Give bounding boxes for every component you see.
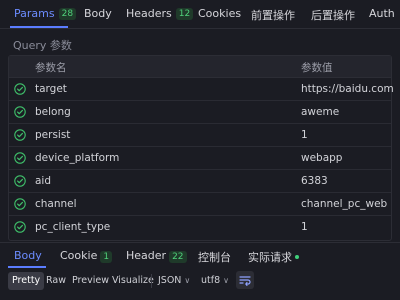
param-value[interactable]: 1 (301, 129, 308, 141)
tab-label: Cookie (60, 249, 98, 262)
param-name[interactable]: persist (35, 129, 70, 141)
cookie-count-badge: 1 (100, 251, 113, 263)
enabled-checkbox[interactable] (14, 198, 26, 210)
tab-label: Cookies (198, 7, 242, 20)
enabled-checkbox[interactable] (14, 175, 26, 187)
table-row[interactable]: device_platform webapp (9, 147, 391, 170)
tab-pre-operations[interactable]: 前置操作 (251, 7, 295, 23)
header-count-badge: 22 (169, 251, 187, 263)
param-value[interactable]: aweme (301, 106, 339, 118)
enabled-checkbox[interactable] (14, 83, 26, 95)
request-tabs: Params 28 Body Headers 12 Cookies 前置操作 后置操… (0, 0, 400, 29)
param-value[interactable]: webapp (301, 152, 342, 164)
tab-label: Header (126, 249, 167, 262)
format-value: JSON (158, 275, 182, 286)
chevron-down-icon: ∨ (223, 276, 229, 285)
tab-body[interactable]: Body (84, 7, 112, 20)
wrap-lines-icon (239, 276, 251, 287)
query-section-label: Query 参数 (13, 39, 72, 52)
param-value[interactable]: 6383 (301, 175, 328, 187)
response-tabs: Body Cookie 1 Header 22 控制台 实际请求 (0, 242, 400, 269)
wrap-lines-button[interactable] (236, 271, 254, 289)
enabled-checkbox[interactable] (14, 221, 26, 233)
tab-label: 前置操作 (251, 9, 295, 22)
param-value[interactable]: 1 (301, 221, 308, 233)
param-name[interactable]: channel (35, 198, 77, 210)
tab-post-operations[interactable]: 后置操作 (311, 7, 355, 23)
check-circle-icon (14, 221, 26, 233)
params-table: 参数名 参数值 target https://baidu.com belong awe… (8, 55, 394, 241)
column-header-value: 参数值 (301, 62, 333, 74)
view-preview-button[interactable]: Preview (68, 272, 113, 290)
view-raw-button[interactable]: Raw (42, 272, 70, 290)
column-header-name: 参数名 (35, 62, 67, 74)
chevron-down-icon: ∨ (184, 276, 191, 285)
param-name[interactable]: device_platform (35, 152, 119, 164)
check-circle-icon (14, 129, 26, 141)
tab-label: Auth (369, 7, 395, 20)
param-name[interactable]: aid (35, 175, 51, 187)
tab-label: Params (14, 7, 55, 20)
enabled-checkbox[interactable] (14, 129, 26, 141)
tab-console[interactable]: 控制台 (198, 249, 231, 265)
format-select[interactable]: JSON ∨ (158, 272, 190, 290)
table-row[interactable]: aid 6383 (9, 170, 391, 193)
tab-label: 控制台 (198, 251, 231, 264)
check-circle-icon (14, 175, 26, 187)
table-row[interactable]: belong aweme (9, 101, 391, 124)
table-header: 参数名 参数值 (9, 56, 391, 78)
active-response-tab-indicator (8, 266, 46, 268)
params-count-badge: 28 (58, 8, 77, 20)
tab-response-cookie[interactable]: Cookie 1 (60, 249, 113, 263)
table-row[interactable]: target https://baidu.com (9, 78, 394, 101)
table-row[interactable]: channel channel_pc_web (9, 193, 391, 216)
table-row[interactable]: pc_client_type 1 (9, 216, 391, 239)
param-value[interactable]: channel_pc_web (301, 198, 387, 210)
tab-label: Headers (126, 7, 172, 20)
tab-auth[interactable]: Auth (369, 7, 395, 20)
param-name[interactable]: belong (35, 106, 71, 118)
encoding-select[interactable]: utf8 ∨ (201, 272, 229, 290)
enabled-checkbox[interactable] (14, 106, 26, 118)
tab-label: Body (84, 7, 112, 20)
tab-label: 实际请求 (248, 251, 292, 264)
check-circle-icon (14, 106, 26, 118)
param-value[interactable]: https://baidu.com (301, 83, 394, 95)
check-circle-icon (14, 152, 26, 164)
param-name[interactable]: pc_client_type (35, 221, 110, 233)
check-circle-icon (14, 198, 26, 210)
param-name[interactable]: target (35, 83, 67, 95)
tab-label: Body (14, 249, 42, 262)
enabled-checkbox[interactable] (14, 152, 26, 164)
view-pretty-button[interactable]: Pretty (8, 272, 45, 290)
encoding-value: utf8 (201, 275, 221, 286)
table-row[interactable]: persist 1 (9, 124, 391, 147)
check-circle-icon (14, 83, 26, 95)
tab-response-header[interactable]: Header 22 (126, 249, 187, 263)
tab-response-body[interactable]: Body (14, 249, 42, 262)
active-tab-indicator (10, 26, 68, 28)
tab-label: 后置操作 (311, 9, 355, 22)
status-dot (295, 255, 299, 259)
headers-count-badge: 12 (175, 8, 194, 20)
tab-params[interactable]: Params 28 (14, 7, 77, 20)
response-toolbar: Pretty Raw Preview Visualize JSON ∨ utf8 ∨ (0, 270, 400, 294)
toolbar-divider (151, 274, 152, 288)
tab-cookies[interactable]: Cookies (198, 7, 241, 20)
tab-headers[interactable]: Headers 12 (126, 7, 194, 20)
tab-actual-request[interactable]: 实际请求 (248, 249, 299, 265)
